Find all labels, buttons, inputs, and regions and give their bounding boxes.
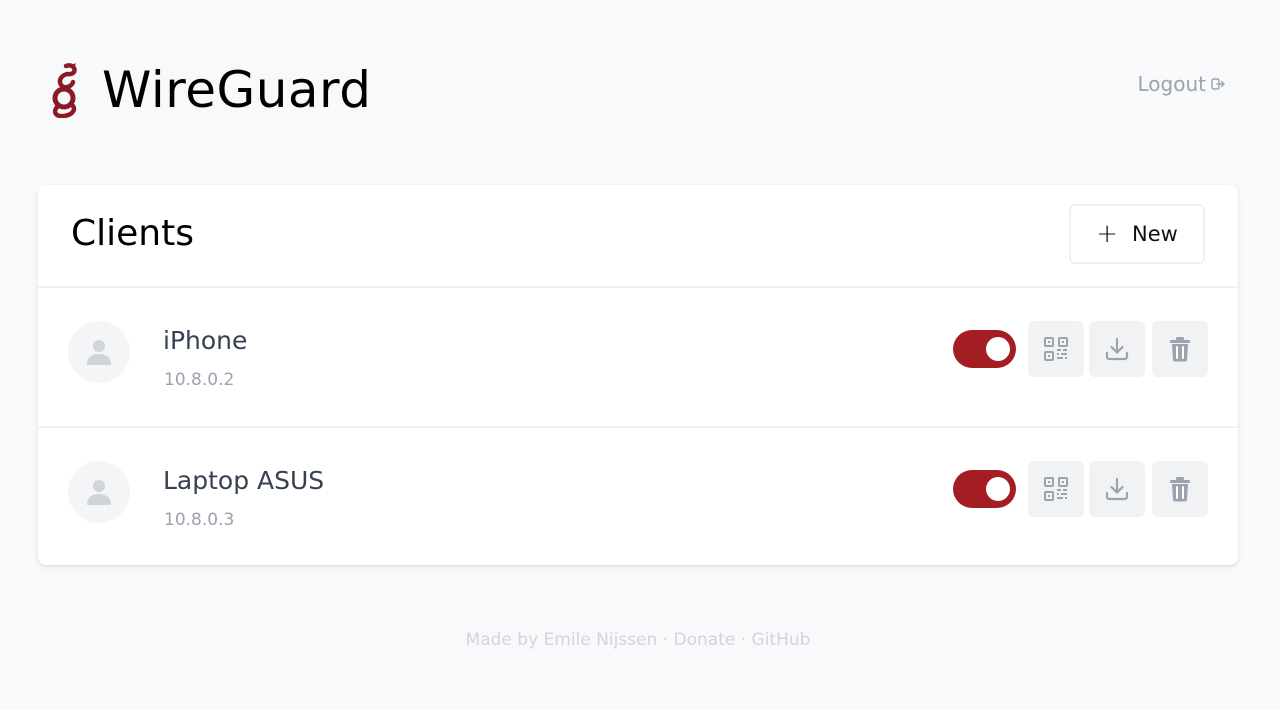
trash-icon: [1170, 337, 1190, 362]
donate-link[interactable]: Donate: [673, 630, 735, 650]
new-client-label: New: [1131, 222, 1178, 246]
brand-title: WireGuard: [102, 61, 372, 119]
footer: Made by Emile Nijssen · Donate · GitHub: [0, 630, 1276, 650]
user-icon: [87, 340, 111, 365]
clients-card-header: Clients + New: [38, 185, 1238, 288]
show-qrcode-button[interactable]: [1028, 461, 1084, 517]
trash-icon: [1170, 477, 1190, 502]
client-row: iPhone 10.8.0.2: [38, 288, 1238, 428]
avatar: [68, 321, 130, 383]
download-config-button[interactable]: [1089, 321, 1145, 377]
download-icon: [1105, 477, 1129, 501]
toggle-knob: [986, 477, 1010, 501]
avatar: [68, 461, 130, 523]
page-title: Clients: [71, 213, 194, 254]
qrcode-icon: [1044, 477, 1068, 501]
footer-credit: Made by Emile Nijssen: [465, 630, 658, 650]
logout-icon: [1211, 78, 1225, 90]
client-address: 10.8.0.2: [164, 370, 235, 390]
brand: WireGuard: [46, 60, 371, 120]
delete-client-button[interactable]: [1152, 321, 1208, 377]
footer-separator: ·: [735, 630, 752, 650]
plus-icon: +: [1096, 219, 1118, 249]
logout-link[interactable]: Logout: [1138, 72, 1226, 96]
wireguard-logo-icon: [52, 63, 77, 118]
footer-separator: ·: [657, 630, 674, 650]
client-row: Laptop ASUS 10.8.0.3: [38, 428, 1238, 566]
delete-client-button[interactable]: [1152, 461, 1208, 517]
download-icon: [1105, 337, 1129, 361]
client-name: iPhone: [163, 326, 248, 355]
client-address: 10.8.0.3: [164, 510, 235, 530]
github-link[interactable]: GitHub: [752, 630, 811, 650]
header: WireGuard Logout: [46, 60, 1234, 120]
qrcode-icon: [1044, 337, 1068, 361]
toggle-knob: [986, 337, 1010, 361]
clients-card: Clients + New iPhone 10.8.0.2 Laptop ASU…: [38, 185, 1238, 565]
logout-label: Logout: [1137, 72, 1206, 96]
client-enable-toggle[interactable]: [953, 330, 1016, 368]
download-config-button[interactable]: [1089, 461, 1145, 517]
show-qrcode-button[interactable]: [1028, 321, 1084, 377]
new-client-button[interactable]: + New: [1069, 204, 1205, 264]
client-name: Laptop ASUS: [163, 466, 325, 495]
user-icon: [87, 480, 111, 505]
client-enable-toggle[interactable]: [953, 470, 1016, 508]
